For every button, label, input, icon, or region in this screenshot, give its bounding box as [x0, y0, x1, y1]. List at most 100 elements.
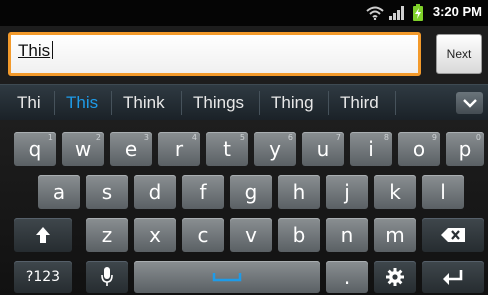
key-label: w [74, 137, 92, 161]
battery-charging-icon [413, 4, 423, 21]
key-label: y [269, 137, 281, 161]
key-label: r [174, 137, 184, 161]
key-t[interactable]: 5t [206, 132, 248, 166]
key-label: g [244, 180, 258, 204]
key-label: f [199, 180, 207, 204]
key-label: j [344, 180, 350, 204]
key-a[interactable]: a [38, 175, 80, 209]
microphone-icon [101, 267, 113, 286]
key-hint: 8 [383, 133, 389, 142]
suggestion-item[interactable]: Thing [271, 85, 314, 121]
key-label: l [440, 180, 446, 204]
key-label: e [124, 137, 138, 161]
key-e[interactable]: 3e [110, 132, 152, 166]
key-label: x [149, 223, 161, 247]
key-m[interactable]: m [374, 218, 416, 252]
suggestion-item[interactable]: Think [123, 85, 165, 121]
backspace-key[interactable] [422, 218, 484, 252]
key-j[interactable]: j [326, 175, 368, 209]
suggestion-item[interactable]: Thi [17, 85, 41, 121]
key-label: z [101, 223, 113, 247]
key-hint: 3 [143, 133, 149, 142]
symbols-label: ?123 [25, 269, 61, 285]
key-hint: 6 [287, 133, 293, 142]
key-o[interactable]: 9o [398, 132, 440, 166]
key-label: q [28, 137, 42, 161]
key-hint: 9 [431, 133, 437, 142]
key-k[interactable]: k [374, 175, 416, 209]
suggestion-divider [111, 91, 112, 115]
signal-icon [389, 6, 404, 20]
key-c[interactable]: c [182, 218, 224, 252]
settings-key[interactable] [374, 261, 416, 293]
key-y[interactable]: 6y [254, 132, 296, 166]
enter-return-icon [443, 270, 463, 285]
suggestion-item[interactable]: Things [193, 85, 244, 121]
key-label: b [292, 223, 306, 247]
key-x[interactable]: x [134, 218, 176, 252]
wifi-icon [366, 6, 384, 20]
key-hint: 2 [95, 133, 101, 142]
key-label: u [316, 137, 330, 161]
key-hint: 4 [191, 133, 197, 142]
key-label: m [385, 223, 405, 247]
key-label: s [101, 180, 113, 204]
suggestion-divider [181, 91, 182, 115]
key-n[interactable]: n [326, 218, 368, 252]
key-h[interactable]: h [278, 175, 320, 209]
space-bar-icon [212, 273, 242, 282]
shift-key[interactable] [14, 218, 72, 252]
status-bar: 3:20 PM [0, 0, 488, 26]
key-d[interactable]: d [134, 175, 176, 209]
suggestion-item[interactable]: Third [340, 85, 379, 121]
expand-suggestions-button[interactable] [456, 92, 483, 114]
shift-arrow-icon [36, 227, 50, 243]
key-v[interactable]: v [230, 218, 272, 252]
key-label: c [197, 223, 209, 247]
key-b[interactable]: b [278, 218, 320, 252]
next-button[interactable]: Next [436, 34, 482, 74]
key-p[interactable]: 0p [446, 132, 484, 166]
microphone-key[interactable] [86, 261, 128, 293]
key-hint: 1 [47, 133, 53, 142]
period-key[interactable]: . [326, 261, 368, 293]
key-hint: 7 [335, 133, 341, 142]
key-hint: 5 [239, 133, 245, 142]
status-time: 3:20 PM [432, 4, 482, 19]
text-caret [52, 41, 53, 59]
key-w[interactable]: 2w [62, 132, 104, 166]
gear-icon [386, 268, 404, 286]
suggestion-item-active[interactable]: This [66, 85, 98, 121]
key-label: t [223, 137, 231, 161]
key-i[interactable]: 8i [350, 132, 392, 166]
suggestion-divider [54, 91, 55, 115]
key-r[interactable]: 4r [158, 132, 200, 166]
symbols-key[interactable]: ?123 [14, 261, 72, 293]
suggestion-divider [328, 91, 329, 115]
key-q[interactable]: 1q [14, 132, 56, 166]
suggestion-divider [259, 91, 260, 115]
period-label: . [343, 265, 351, 289]
enter-key[interactable] [422, 261, 484, 293]
key-label: h [292, 180, 306, 204]
key-label: v [245, 223, 257, 247]
key-label: k [389, 180, 401, 204]
backspace-icon [441, 228, 465, 242]
key-label: o [412, 137, 426, 161]
key-l[interactable]: l [422, 175, 464, 209]
chevron-down-icon [462, 99, 477, 108]
text-input-field[interactable]: This [8, 32, 421, 76]
text-input-value: This [18, 41, 51, 60]
key-label: a [52, 180, 66, 204]
space-bar[interactable] [134, 261, 320, 293]
key-u[interactable]: 7u [302, 132, 344, 166]
key-s[interactable]: s [86, 175, 128, 209]
key-z[interactable]: z [86, 218, 128, 252]
key-f[interactable]: f [182, 175, 224, 209]
key-g[interactable]: g [230, 175, 272, 209]
key-label: i [368, 137, 374, 161]
key-hint: 0 [475, 133, 481, 142]
suggestion-divider [395, 91, 396, 115]
key-label: n [340, 223, 354, 247]
suggestion-bar: Thi This Think Things Thing Third [0, 84, 488, 121]
